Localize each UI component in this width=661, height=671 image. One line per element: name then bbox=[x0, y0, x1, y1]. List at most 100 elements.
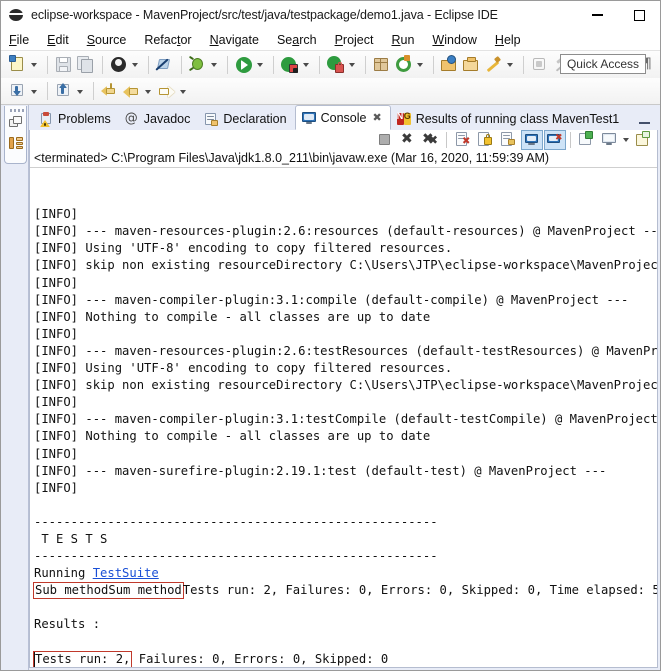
menu-help[interactable]: Help bbox=[495, 33, 530, 47]
console-line: [INFO] Nothing to compile - all classes … bbox=[34, 429, 431, 444]
display-selected-console-icon[interactable] bbox=[599, 130, 621, 150]
run-last-tool-icon[interactable] bbox=[325, 54, 346, 75]
tab-label: Console bbox=[320, 110, 367, 125]
menu-search[interactable]: Search bbox=[277, 33, 326, 47]
print-icon[interactable] bbox=[108, 54, 129, 75]
tab-problems[interactable]: Problems bbox=[33, 107, 119, 130]
run-as-coverage-icon[interactable] bbox=[279, 54, 300, 75]
print-dropdown-icon[interactable] bbox=[130, 54, 141, 75]
console-line: [INFO] --- maven-compiler-plugin:3.1:tes… bbox=[34, 412, 657, 427]
new-wizard-dropdown-icon[interactable] bbox=[29, 54, 40, 75]
external-tools-dropdown-icon[interactable] bbox=[415, 54, 426, 75]
coverage-dropdown-icon[interactable] bbox=[301, 54, 312, 75]
search-icon[interactable] bbox=[483, 54, 504, 75]
new-wizard-icon[interactable] bbox=[7, 54, 28, 75]
tab-label: Javadoc bbox=[143, 111, 191, 126]
console-line: [INFO] bbox=[34, 207, 86, 222]
menu-bar: File Edit Source Refactor Navigate Searc… bbox=[1, 29, 660, 51]
previous-edit-icon[interactable] bbox=[99, 81, 120, 102]
console-line: [INFO] bbox=[34, 480, 86, 495]
console-line: [INFO] Using 'UTF-8' encoding to copy fi… bbox=[34, 241, 453, 256]
main-toolbar-row-2 bbox=[1, 78, 660, 105]
title-bar: eclipse-workspace - MavenProject/src/tes… bbox=[1, 1, 660, 29]
back-icon[interactable] bbox=[7, 81, 28, 102]
eclipse-globe-icon bbox=[8, 7, 24, 23]
new-java-package-icon[interactable] bbox=[371, 54, 392, 75]
tab-declaration[interactable]: Declaration bbox=[198, 107, 294, 130]
drag-handle-dots[interactable] bbox=[10, 109, 24, 112]
open-type-icon[interactable] bbox=[439, 54, 460, 75]
search-dropdown-icon[interactable] bbox=[505, 54, 516, 75]
console-stack: Problems @ Javadoc Declaration Console ✖… bbox=[29, 105, 660, 670]
maximize-button[interactable] bbox=[618, 2, 660, 28]
tab-console[interactable]: Console ✖ bbox=[294, 105, 391, 130]
menu-navigate[interactable]: Navigate bbox=[210, 33, 268, 47]
back-nav-icon[interactable] bbox=[121, 81, 142, 102]
remove-launch-icon[interactable]: ✖ bbox=[397, 130, 419, 150]
console-line: Running TestSuite bbox=[34, 566, 159, 581]
console-hyperlink[interactable]: TestSuite bbox=[93, 566, 159, 580]
skip-breakpoints-icon[interactable] bbox=[154, 54, 175, 75]
clear-console-icon[interactable]: ✖ bbox=[452, 130, 474, 150]
package-explorer-icon[interactable] bbox=[9, 136, 24, 151]
forward-nav-dropdown-icon[interactable] bbox=[178, 81, 189, 102]
terminate-icon[interactable] bbox=[374, 130, 396, 150]
console-line: [INFO] skip non existing resourceDirecto… bbox=[34, 378, 657, 393]
console-line: [INFO] bbox=[34, 395, 86, 410]
fast-view-bar bbox=[1, 105, 29, 670]
open-console-icon[interactable] bbox=[633, 130, 655, 150]
minimize-button[interactable] bbox=[576, 2, 618, 28]
menu-refactor[interactable]: Refactor bbox=[144, 33, 200, 47]
open-task-icon[interactable] bbox=[461, 54, 482, 75]
quick-access-label: Quick Access bbox=[566, 57, 639, 71]
word-wrap-icon[interactable] bbox=[498, 130, 520, 150]
tab-javadoc[interactable]: @ Javadoc bbox=[119, 107, 199, 130]
console-line: [INFO] skip non existing resourceDirecto… bbox=[34, 258, 657, 273]
view-tab-row: Problems @ Javadoc Declaration Console ✖… bbox=[29, 105, 660, 130]
declaration-icon bbox=[203, 111, 219, 127]
external-tools-icon[interactable] bbox=[393, 54, 414, 75]
menu-run[interactable]: Run bbox=[391, 33, 423, 47]
restore-view-icon[interactable] bbox=[9, 116, 24, 131]
tab-label: Declaration bbox=[223, 111, 287, 126]
menu-project[interactable]: Project bbox=[335, 33, 383, 47]
forward-nav-icon[interactable] bbox=[156, 81, 177, 102]
show-console-on-output-icon[interactable] bbox=[521, 130, 543, 150]
toggle-mark-occurrences-icon[interactable] bbox=[529, 54, 550, 75]
back-nav-dropdown-icon[interactable] bbox=[143, 81, 154, 102]
remove-all-terminated-icon[interactable]: ✖ ✖ bbox=[420, 130, 442, 150]
console-line: [INFO] bbox=[34, 446, 86, 461]
minimize-view-button[interactable] bbox=[639, 114, 652, 124]
menu-file[interactable]: File bbox=[9, 33, 38, 47]
console-output[interactable]: [INFO] [INFO] --- maven-resources-plugin… bbox=[30, 168, 657, 667]
menu-source[interactable]: Source bbox=[87, 33, 136, 47]
save-all-icon[interactable] bbox=[75, 54, 96, 75]
run-dropdown-icon[interactable] bbox=[255, 54, 266, 75]
console-icon bbox=[301, 110, 317, 126]
save-icon[interactable] bbox=[53, 54, 74, 75]
highlight-box: Tests run: 2, bbox=[33, 650, 133, 667]
run-icon[interactable] bbox=[233, 54, 254, 75]
console-line: [INFO] Using 'UTF-8' encoding to copy fi… bbox=[34, 361, 453, 376]
pin-console-icon[interactable] bbox=[576, 130, 598, 150]
debug-icon[interactable] bbox=[187, 54, 208, 75]
back-dropdown-icon[interactable] bbox=[29, 81, 40, 102]
forward-dropdown-icon[interactable] bbox=[75, 81, 86, 102]
display-selected-console-dropdown-icon[interactable] bbox=[621, 130, 632, 150]
debug-dropdown-icon[interactable] bbox=[209, 54, 220, 75]
forward-icon[interactable] bbox=[53, 81, 74, 102]
menu-window[interactable]: Window bbox=[432, 33, 485, 47]
close-icon[interactable]: ✖ bbox=[372, 111, 381, 124]
tab-label: Problems bbox=[58, 111, 111, 126]
fast-view-panel[interactable] bbox=[4, 106, 27, 164]
show-console-on-error-icon[interactable]: ✖ bbox=[544, 130, 566, 150]
quick-access-field[interactable]: Quick Access bbox=[559, 54, 646, 74]
main-toolbar-row-1: ¶ Quick Access bbox=[1, 51, 660, 78]
scroll-lock-icon[interactable] bbox=[475, 130, 497, 150]
text-caret bbox=[34, 652, 35, 667]
run-last-dropdown-icon[interactable] bbox=[347, 54, 358, 75]
console-line: [INFO] bbox=[34, 275, 86, 290]
tab-results-of-running-class[interactable]: N G Results of running class MavenTest1 bbox=[391, 107, 628, 130]
menu-edit[interactable]: Edit bbox=[47, 33, 78, 47]
